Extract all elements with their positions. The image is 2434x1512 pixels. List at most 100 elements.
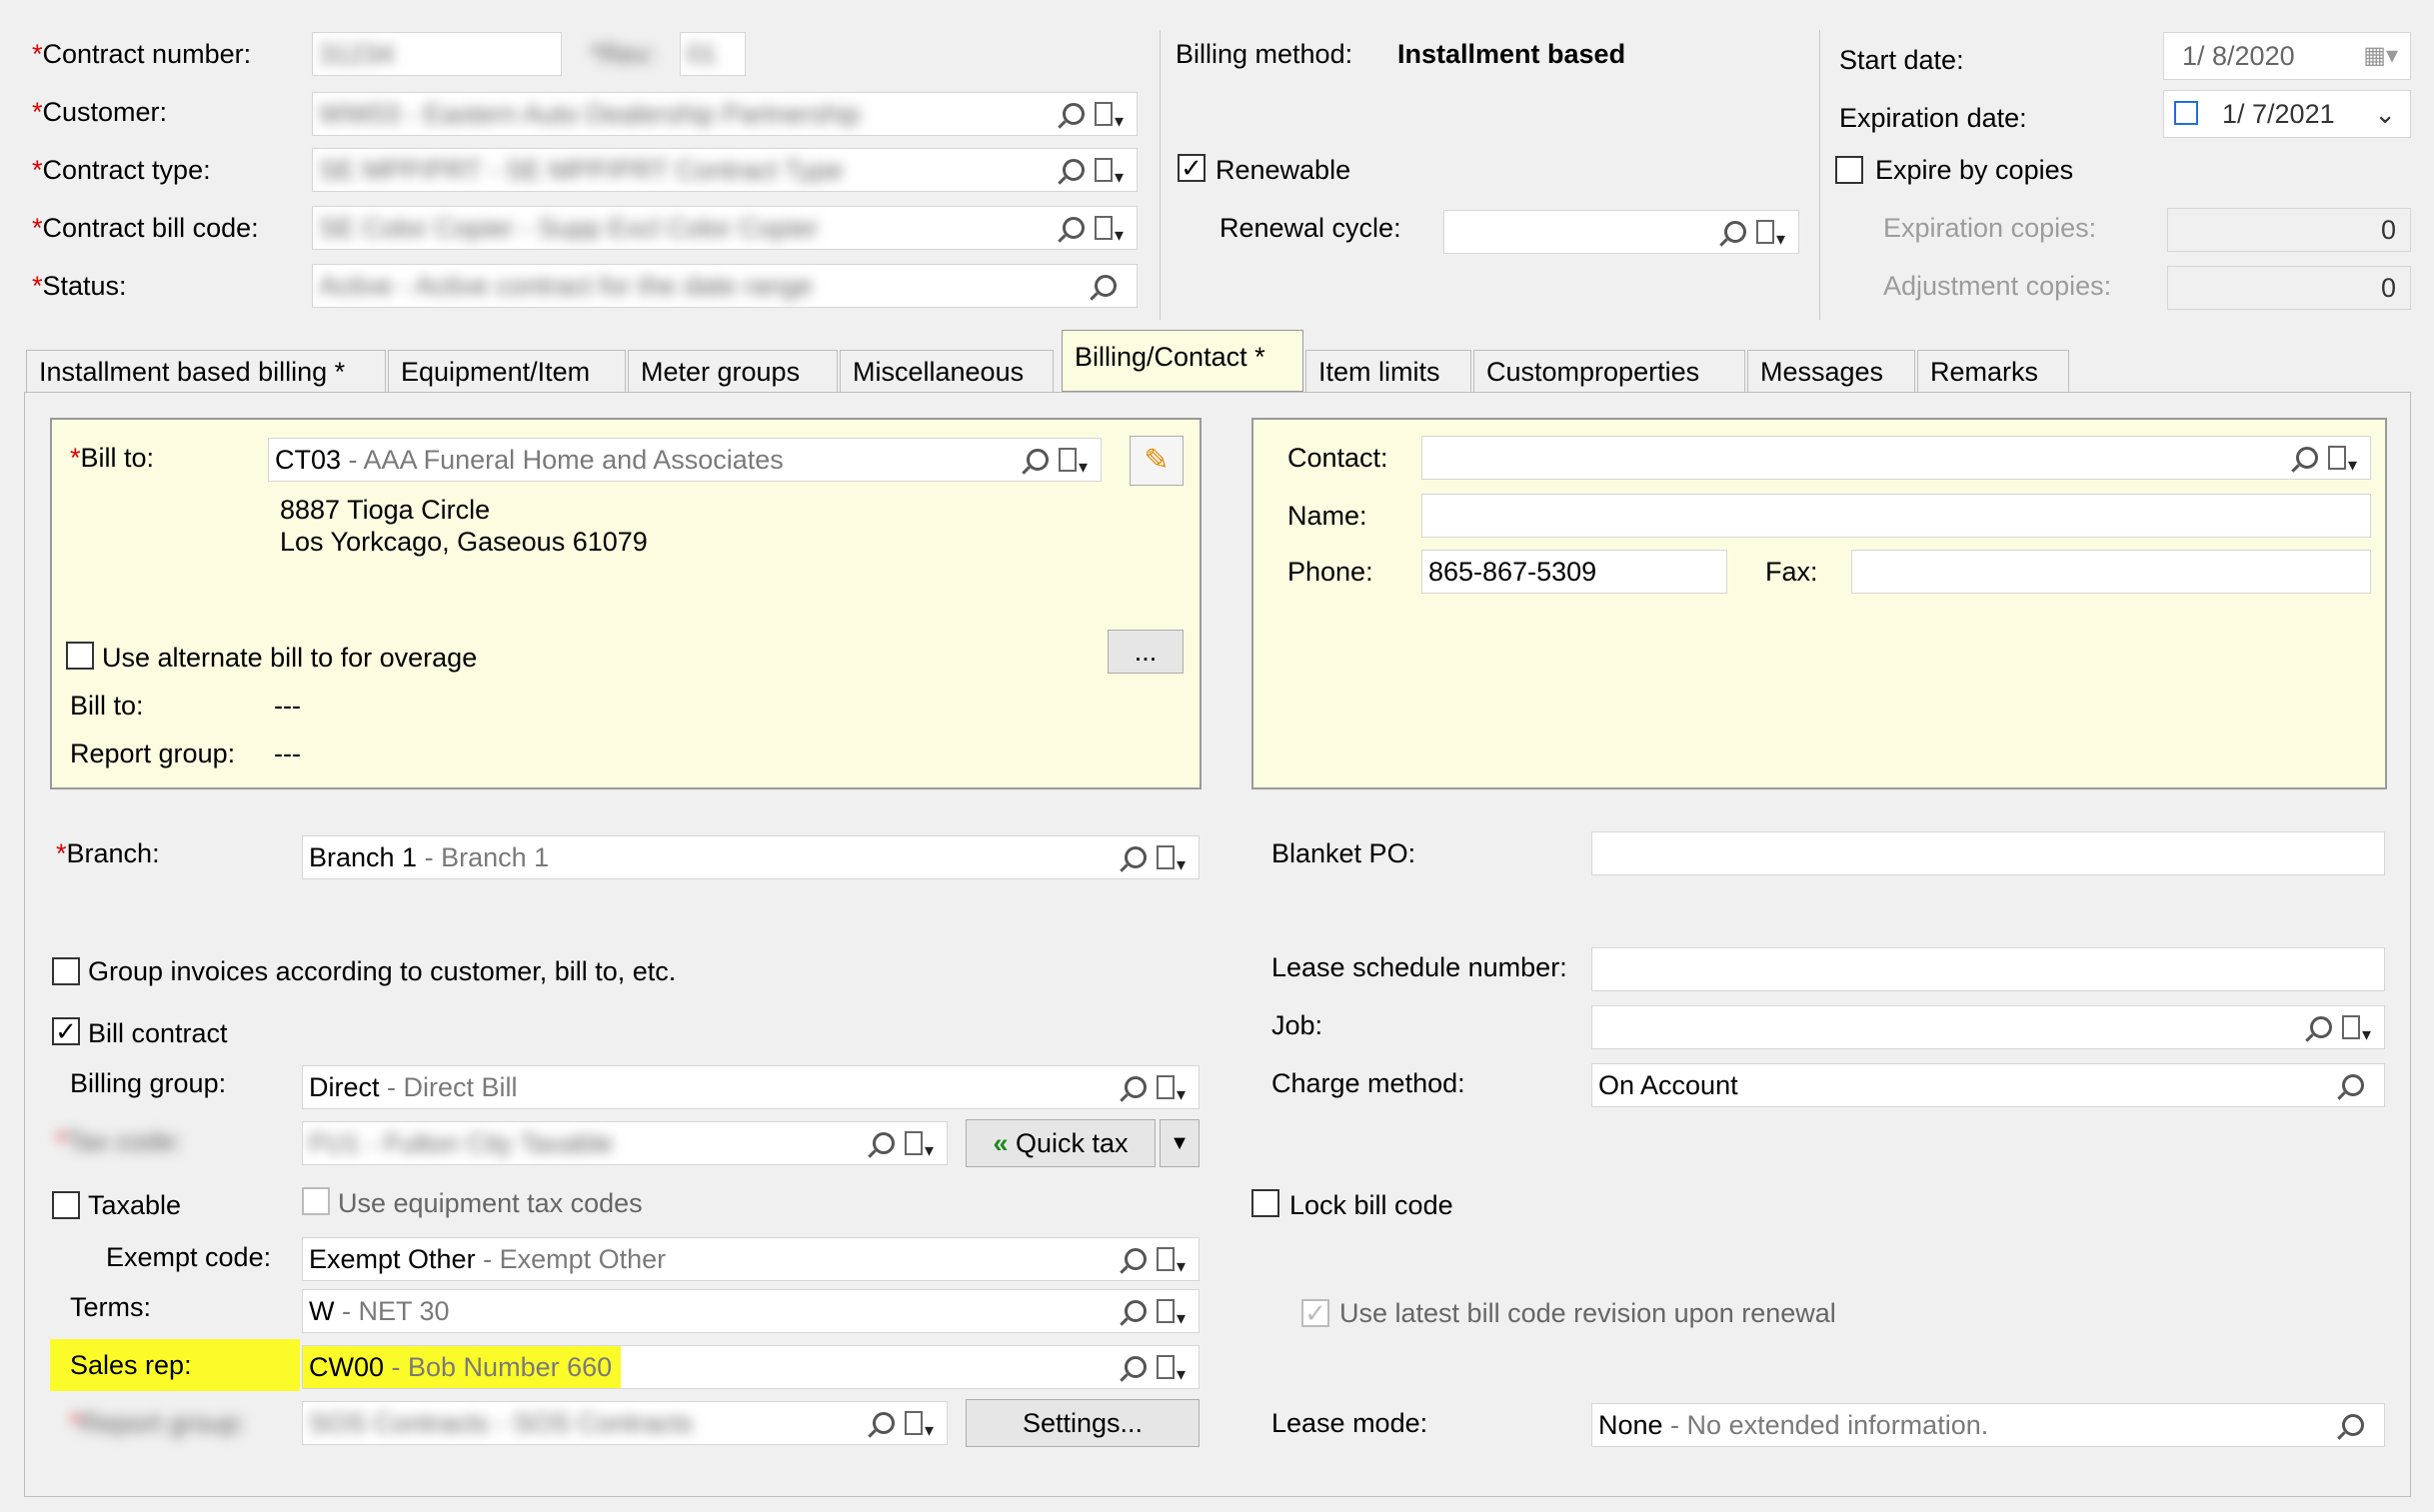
search-icon[interactable] (2342, 1414, 2364, 1436)
tab-customproperties[interactable]: Customproperties (1473, 350, 1745, 392)
search-icon[interactable] (2310, 1016, 2332, 1038)
menu-dropdown-icon[interactable] (1157, 1353, 1186, 1388)
bill-contract-checkbox[interactable]: ✓ (52, 1017, 80, 1045)
tab-item-limits[interactable]: Item limits (1305, 350, 1471, 392)
tab-equipment-item[interactable]: Equipment/Item (388, 350, 626, 392)
expiration-date-field[interactable]: 1/ 7/2021 ⌄ (2163, 90, 2411, 138)
menu-dropdown-icon[interactable] (1756, 218, 1785, 253)
customer-field[interactable]: WW03 - Eastern Auto Dealership Partnersh… (312, 92, 1138, 136)
header-divider (1160, 30, 1161, 320)
menu-dropdown-icon[interactable] (905, 1129, 934, 1164)
menu-dropdown-icon[interactable] (1157, 1073, 1186, 1108)
quick-tax-button[interactable]: « Quick tax (966, 1119, 1156, 1167)
search-icon[interactable] (1125, 1300, 1147, 1322)
menu-dropdown-icon[interactable] (1059, 446, 1088, 481)
search-icon[interactable] (873, 1412, 895, 1434)
rev-field[interactable]: 01 (680, 32, 746, 76)
search-icon[interactable] (873, 1132, 895, 1154)
customer-label: *Customer: (32, 97, 168, 127)
search-icon[interactable] (1095, 275, 1117, 297)
adjustment-copies-field[interactable]: 0 (2167, 266, 2411, 310)
expire-by-copies-checkbox[interactable] (1835, 156, 1863, 184)
search-icon[interactable] (1125, 846, 1147, 868)
menu-dropdown-icon[interactable] (1157, 843, 1186, 878)
tab-billing-contact[interactable]: Billing/Contact * (1062, 330, 1303, 392)
report-group-bottom-field[interactable]: SOS Contracts - SOS Contracts (302, 1401, 948, 1445)
lease-mode-field[interactable]: None - No extended information. (1591, 1403, 2385, 1447)
search-icon[interactable] (1724, 221, 1746, 243)
sales-rep-field[interactable]: CW00 - Bob Number 660 (302, 1345, 1200, 1389)
search-icon[interactable] (1125, 1076, 1147, 1098)
alternate-bill-to-ellipsis-button[interactable]: ... (1108, 630, 1184, 674)
contract-number-field[interactable]: 31234 (312, 32, 562, 76)
chevron-down-icon[interactable]: ⌄ (2374, 91, 2396, 137)
contract-type-field[interactable]: SE MPP/PRT - SE MPP/PRT Contract Type (312, 148, 1138, 192)
search-icon[interactable] (1125, 1248, 1147, 1270)
fax-label: Fax: (1765, 557, 1818, 587)
search-icon[interactable] (1063, 159, 1085, 181)
lease-schedule-field[interactable] (1591, 947, 2385, 991)
search-icon[interactable] (1125, 1356, 1147, 1378)
tab-installment-based-billing[interactable]: Installment based billing * (26, 350, 386, 392)
use-latest-bill-code-checkbox[interactable]: ✓ (1301, 1299, 1329, 1327)
lock-bill-code-checkbox[interactable] (1251, 1189, 1279, 1217)
expiration-date-checkbox[interactable] (2174, 101, 2198, 125)
expiration-date-label: Expiration date: (1839, 103, 2027, 133)
expiration-copies-label: Expiration copies: (1883, 213, 2097, 243)
exempt-code-field[interactable]: Exempt Other - Exempt Other (302, 1237, 1200, 1281)
menu-dropdown-icon[interactable] (1095, 100, 1124, 135)
terms-field[interactable]: W - NET 30 (302, 1289, 1200, 1333)
billing-group-field[interactable]: Direct - Direct Bill (302, 1065, 1200, 1109)
search-icon[interactable] (1063, 103, 1085, 125)
renewal-cycle-field[interactable] (1443, 210, 1799, 254)
start-date-field[interactable]: 1/ 8/2020 ▦▾ (2163, 32, 2411, 80)
use-alternate-bill-to-checkbox[interactable] (66, 642, 94, 670)
menu-dropdown-icon[interactable] (2328, 444, 2357, 479)
menu-dropdown-icon[interactable] (1157, 1297, 1186, 1332)
search-icon[interactable] (1063, 217, 1085, 239)
taxable-checkbox[interactable] (52, 1191, 80, 1219)
calendar-icon[interactable]: ▦▾ (2363, 33, 2398, 79)
fax-field[interactable] (1851, 550, 2371, 594)
search-icon[interactable] (2296, 447, 2318, 469)
menu-dropdown-icon[interactable] (1157, 1245, 1186, 1280)
renewable-checkbox[interactable]: ✓ (1178, 154, 1206, 182)
tab-meter-groups[interactable]: Meter groups (628, 350, 838, 392)
charge-method-field[interactable]: On Account (1591, 1063, 2385, 1107)
sales-rep-label: Sales rep: (70, 1350, 192, 1380)
branch-field[interactable]: Branch 1 - Branch 1 (302, 835, 1200, 879)
billing-method-value: Installment based (1397, 39, 1626, 69)
tab-remarks[interactable]: Remarks (1917, 350, 2069, 392)
menu-dropdown-icon[interactable] (905, 1409, 934, 1444)
status-field[interactable]: Active - Active contract for the date ra… (312, 264, 1138, 308)
expiration-copies-field[interactable]: 0 (2167, 208, 2411, 252)
charge-method-label: Charge method: (1271, 1068, 1465, 1098)
menu-dropdown-icon[interactable] (1095, 214, 1124, 249)
menu-dropdown-icon[interactable] (1095, 156, 1124, 191)
job-field[interactable] (1591, 1005, 2385, 1049)
bill-to-field[interactable]: CT03 - AAA Funeral Home and Associates (268, 438, 1102, 482)
contact-field[interactable] (1421, 436, 2371, 480)
search-icon[interactable] (1027, 449, 1049, 471)
bill-to-address-line2: Los Yorkcago, Gaseous 61079 (280, 527, 648, 557)
caret-down-icon: ▼ (1170, 1132, 1190, 1154)
name-field[interactable] (1421, 494, 2371, 538)
lease-schedule-label: Lease schedule number: (1271, 952, 1567, 982)
search-icon[interactable] (2342, 1074, 2364, 1096)
use-alternate-bill-to-label: Use alternate bill to for overage (102, 643, 478, 673)
blanket-po-field[interactable] (1591, 831, 2385, 875)
phone-field[interactable]: 865-867-5309 (1421, 550, 1727, 594)
report-group-value: --- (274, 739, 301, 768)
tab-messages[interactable]: Messages (1747, 350, 1915, 392)
tab-miscellaneous[interactable]: Miscellaneous (840, 350, 1054, 392)
renewable-label: Renewable (1216, 155, 1351, 185)
settings-button[interactable]: Settings... (966, 1399, 1200, 1447)
tax-code-field[interactable]: FU1 - Fulton City Taxable (302, 1121, 948, 1165)
edit-bill-to-button[interactable]: ✎ (1130, 436, 1184, 486)
contract-bill-code-field[interactable]: SE Color Copier - Supp Excl Color Copier (312, 206, 1138, 250)
branch-label: *Branch: (56, 838, 160, 868)
menu-dropdown-icon[interactable] (2342, 1013, 2371, 1048)
quick-tax-dropdown-button[interactable]: ▼ (1160, 1119, 1200, 1167)
group-invoices-checkbox[interactable] (52, 957, 80, 985)
use-equipment-tax-codes-checkbox[interactable] (302, 1187, 330, 1215)
